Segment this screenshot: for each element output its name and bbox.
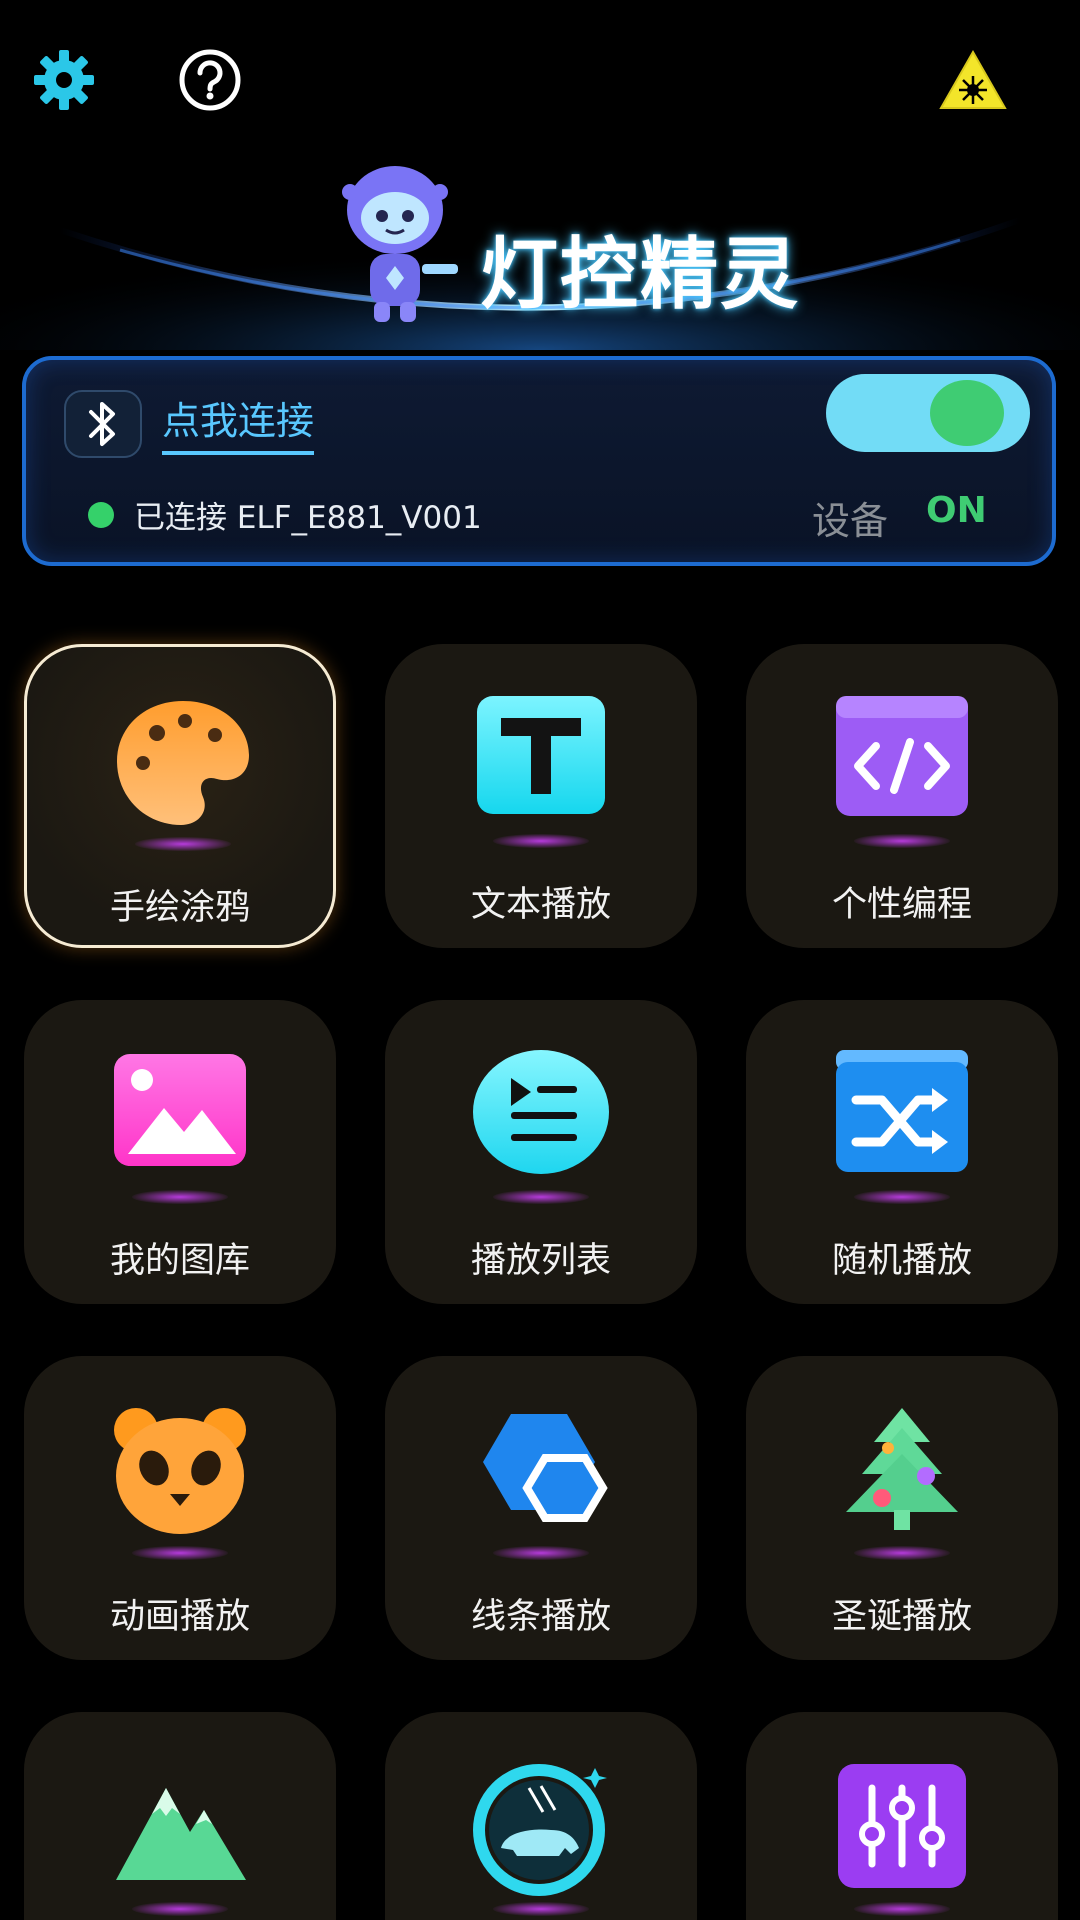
tile-label: 个性编程 (831, 885, 972, 925)
tile-equalizer[interactable] (746, 1712, 1058, 1920)
tile-glow (493, 1546, 589, 1560)
tile-glow (493, 1190, 589, 1204)
tile-glow (493, 834, 589, 848)
shuffle-icon (832, 1046, 972, 1186)
playlist-icon (471, 1046, 611, 1186)
power-toggle[interactable] (826, 374, 1030, 452)
tile-playlist[interactable]: 播放列表 (385, 1000, 697, 1304)
tile-label: 我的图库 (109, 1241, 250, 1281)
top-bar (0, 0, 1080, 160)
tile-label: 圣诞播放 (831, 1597, 972, 1637)
bluetooth-button[interactable] (64, 390, 142, 458)
mountains-icon (110, 1758, 250, 1898)
tile-programming[interactable]: 个性编程 (746, 644, 1058, 948)
tile-glow (132, 1546, 228, 1560)
tile-animation[interactable]: 动画播放 (24, 1356, 336, 1660)
help-icon[interactable] (178, 48, 242, 112)
tile-hand-drawing[interactable]: 手绘涂鸦 (24, 644, 336, 948)
tile-glow (132, 1902, 228, 1916)
device-state: ON (926, 490, 987, 531)
tile-christmas[interactable]: 圣诞播放 (746, 1356, 1058, 1660)
bluetooth-icon (89, 402, 115, 446)
connect-link[interactable]: 点我连接 (162, 390, 315, 455)
gallery-icon (110, 1046, 250, 1186)
app-banner: 灯控精灵 (0, 140, 1080, 350)
hexagon-lines-icon (471, 1402, 611, 1542)
tile-lines[interactable]: 线条播放 (385, 1356, 697, 1660)
tile-glow (854, 1190, 950, 1204)
tile-label: 文本播放 (470, 885, 611, 925)
connection-status-text: 已连接 ELF_E881_V001 (134, 500, 482, 536)
polar-bear-meteor-icon (471, 1758, 611, 1898)
tile-text-play[interactable]: 文本播放 (385, 644, 697, 948)
app-title: 灯控精灵 (480, 230, 801, 320)
equalizer-icon (832, 1758, 972, 1898)
text-t-icon (471, 690, 611, 830)
tile-glow (493, 1902, 589, 1916)
tile-label: 线条播放 (470, 1597, 611, 1637)
christmas-tree-icon (832, 1402, 972, 1542)
connection-status-dot (88, 502, 114, 528)
tile-mountains[interactable] (24, 1712, 336, 1920)
tile-glow (854, 1546, 950, 1560)
tile-label: 动画播放 (109, 1597, 250, 1637)
tile-glow (854, 1902, 950, 1916)
tile-shuffle[interactable]: 随机播放 (746, 1000, 1058, 1304)
tile-gallery[interactable]: 我的图库 (24, 1000, 336, 1304)
connection-card: 点我连接 已连接 ELF_E881_V001 设备 ON (22, 356, 1056, 566)
robot-mascot (342, 166, 458, 322)
tile-polar-bear[interactable] (385, 1712, 697, 1920)
code-window-icon (832, 690, 972, 830)
gear-icon[interactable] (32, 48, 96, 112)
tile-label: 播放列表 (470, 1241, 611, 1281)
tile-glow (854, 834, 950, 848)
tile-label: 随机播放 (831, 1241, 972, 1281)
panda-icon (110, 1402, 250, 1542)
toggle-knob (930, 380, 1004, 446)
palette-icon (113, 693, 253, 833)
tile-label: 手绘涂鸦 (109, 888, 250, 928)
device-label: 设备 (812, 499, 889, 543)
laser-warning-icon[interactable] (938, 48, 1008, 112)
tile-glow (135, 837, 231, 851)
tile-glow (132, 1190, 228, 1204)
